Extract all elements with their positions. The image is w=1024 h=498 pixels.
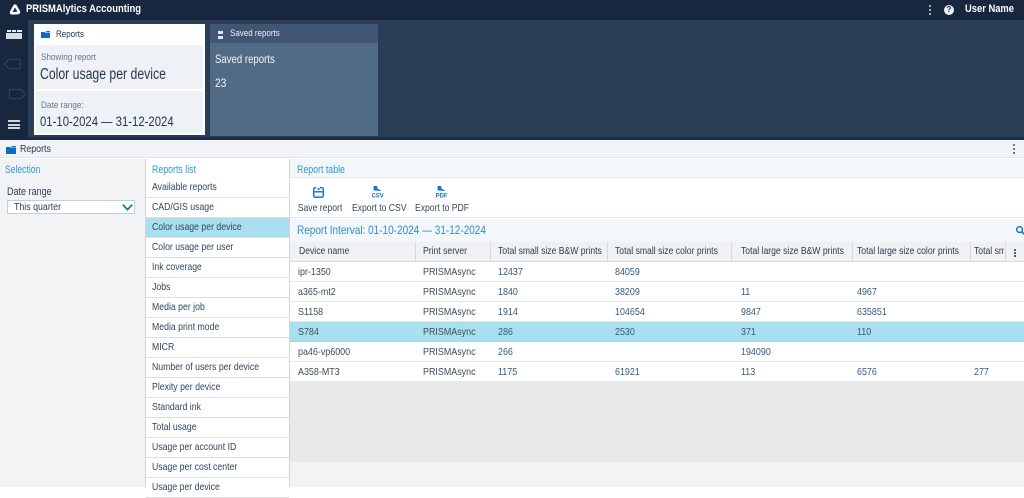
svg-text:CSV: CSV xyxy=(372,193,385,198)
svg-text:PDF: PDF xyxy=(436,193,448,198)
